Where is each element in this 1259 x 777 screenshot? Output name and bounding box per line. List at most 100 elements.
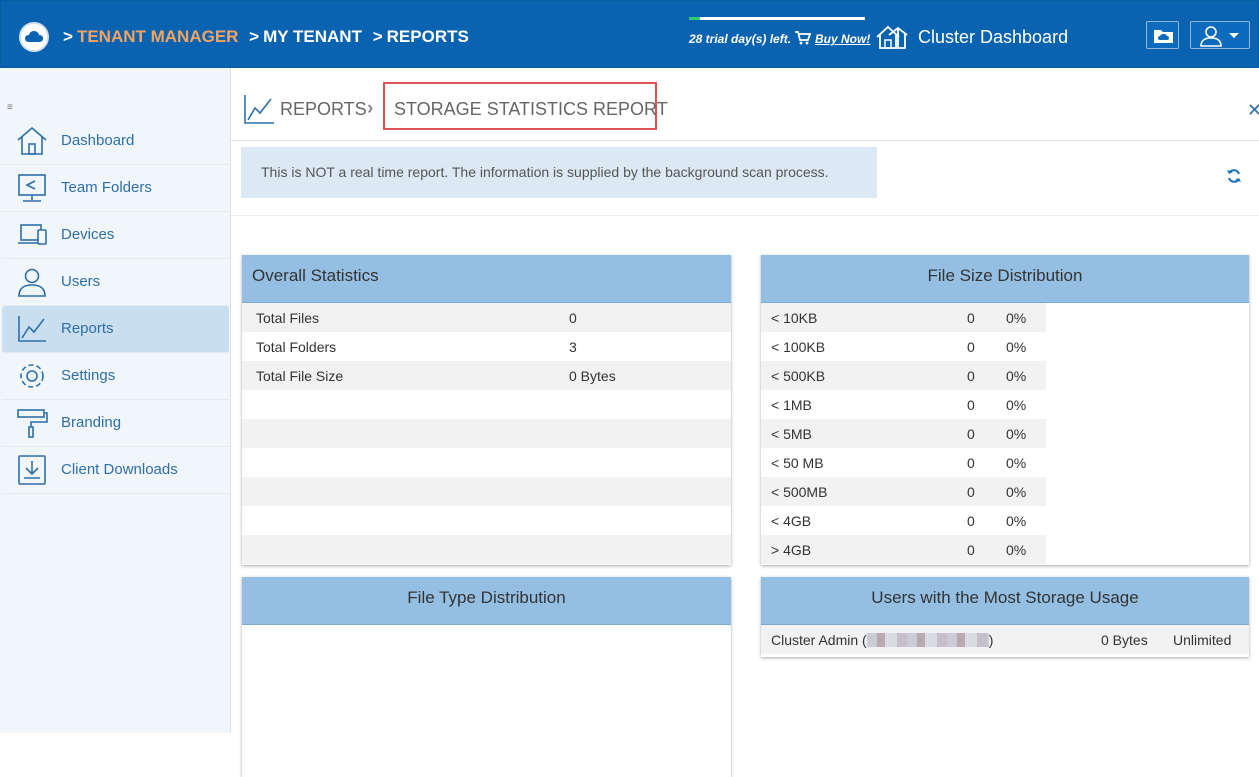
sidebar-collapse-icon[interactable]: ≡ <box>7 102 13 113</box>
close-icon[interactable]: ✕ <box>1247 100 1259 121</box>
cloud-folder-button[interactable] <box>1146 21 1179 49</box>
table-row: Total Folders 3 <box>242 332 731 361</box>
panel-title: File Size Distribution <box>927 266 1083 285</box>
sidebar-item-settings[interactable]: Settings <box>2 353 229 400</box>
size-percent: 0% <box>1006 513 1027 529</box>
overall-statistics-panel: Overall Statistics Total Files 0 Total F… <box>242 255 731 565</box>
size-range: < 500KB <box>771 368 826 384</box>
panel-title: File Type Distribution <box>407 588 566 607</box>
download-icon <box>18 455 46 485</box>
empty-row <box>242 390 731 419</box>
user-name[interactable]: Cluster Admin () <box>771 632 993 648</box>
empty-row <box>242 448 731 477</box>
size-count: 0 <box>967 339 975 355</box>
panel-header: File Type Distribution <box>242 577 731 625</box>
stat-value: 0 <box>569 310 577 326</box>
size-range: < 100KB <box>771 339 826 355</box>
sidebar-item-branding[interactable]: Branding <box>2 400 229 447</box>
app-logo[interactable] <box>19 22 49 52</box>
sidebar-item-label: Team Folders <box>61 179 152 196</box>
size-count: 0 <box>967 310 975 326</box>
size-percent: 0% <box>1006 426 1027 442</box>
size-percent: 0% <box>1006 368 1027 384</box>
table-row: < 500MB 0 0% <box>761 477 1046 506</box>
team-folder-icon <box>18 174 46 202</box>
sidebar-item-client-downloads[interactable]: Client Downloads <box>2 447 229 494</box>
breadcrumb-tenant-manager[interactable]: TENANT MANAGER <box>77 27 239 46</box>
breadcrumb-reports-link[interactable]: REPORTS <box>280 99 367 120</box>
file-size-table: < 10KB 0 0% < 100KB 0 0% < 500KB 0 0% < 1MB 0 0%… <box>761 303 1046 564</box>
sidebar: ≡ Dashboard Team Folders Devices Users R… <box>0 68 231 733</box>
user-account-icon <box>1200 26 1239 47</box>
file-size-distribution-panel: File Size Distribution < 10KB 0 0% < 100KB… <box>761 255 1249 565</box>
table-row: < 4GB 0 0% <box>761 506 1046 535</box>
stat-value: 3 <box>569 339 577 355</box>
report-notice: This is NOT a real time report. The info… <box>241 147 877 198</box>
empty-row <box>242 535 731 564</box>
sidebar-item-label: Dashboard <box>61 132 135 149</box>
page-title: STORAGE STATISTICS REPORT <box>394 99 668 119</box>
table-row: < 5MB 0 0% <box>761 419 1046 448</box>
sidebar-item-users[interactable]: Users <box>2 259 229 306</box>
sidebar-item-label: Users <box>61 273 101 290</box>
panel-header: File Size Distribution <box>761 255 1249 303</box>
table-row: Cluster Admin () 0 Bytes Unlimited <box>761 625 1249 654</box>
empty-row <box>242 506 731 535</box>
user-quota: Unlimited <box>1173 632 1232 648</box>
buy-now-link[interactable]: Buy Now! <box>815 32 870 46</box>
panel-title: Users with the Most Storage Usage <box>871 588 1139 607</box>
sidebar-item-label: Client Downloads <box>61 461 178 478</box>
chevron-right-icon: › <box>367 98 374 119</box>
size-count: 0 <box>967 455 975 471</box>
sidebar-item-team-folders[interactable]: Team Folders <box>2 165 229 212</box>
size-count: 0 <box>967 542 975 558</box>
size-range: < 10KB <box>771 310 818 326</box>
refresh-icon[interactable] <box>1226 168 1242 184</box>
size-count: 0 <box>967 513 975 529</box>
table-row: < 50 MB 0 0% <box>761 448 1046 477</box>
table-row: < 1MB 0 0% <box>761 390 1046 419</box>
size-range: < 500MB <box>771 484 828 500</box>
size-range: < 5MB <box>771 426 812 442</box>
size-range: > 4GB <box>771 542 812 558</box>
stat-label: Total Files <box>256 310 320 326</box>
size-count: 0 <box>967 426 975 442</box>
sidebar-item-reports[interactable]: Reports <box>2 306 229 353</box>
cloud-logo-icon <box>25 31 43 42</box>
current-report-title-box: STORAGE STATISTICS REPORT <box>383 82 668 130</box>
cluster-dashboard-link[interactable]: Cluster Dashboard <box>875 21 1068 53</box>
breadcrumb-reports[interactable]: REPORTS <box>387 27 469 46</box>
breadcrumb-my-tenant[interactable]: MY TENANT <box>263 27 362 46</box>
file-type-distribution-panel: File Type Distribution <box>242 577 731 777</box>
user-name-suffix: ) <box>988 632 994 648</box>
sidebar-item-devices[interactable]: Devices <box>2 212 229 259</box>
page-header: REPORTS › STORAGE STATISTICS REPORT ✕ <box>231 68 1259 141</box>
gear-icon <box>20 364 44 388</box>
top-storage-users-panel: Users with the Most Storage Usage Cluste… <box>761 577 1249 657</box>
size-count: 0 <box>967 484 975 500</box>
size-range: < 4GB <box>771 513 812 529</box>
main-content: REPORTS › STORAGE STATISTICS REPORT ✕ Th… <box>231 68 1259 777</box>
trial-days-text: 28 trial day(s) left. <box>689 32 792 46</box>
home-icon <box>17 126 47 155</box>
size-range: < 50 MB <box>771 455 824 471</box>
size-percent: 0% <box>1006 455 1027 471</box>
user-menu-button[interactable] <box>1190 21 1250 49</box>
sidebar-nav: Dashboard Team Folders Devices Users Rep… <box>0 118 231 494</box>
size-count: 0 <box>967 368 975 384</box>
table-row: < 10KB 0 0% <box>761 303 1046 332</box>
cluster-house-icon <box>876 25 908 49</box>
sidebar-item-dashboard[interactable]: Dashboard <box>2 118 229 165</box>
cloud-folder-icon <box>1154 30 1173 43</box>
size-percent: 0% <box>1006 339 1027 355</box>
stat-value: 0 Bytes <box>569 368 616 384</box>
cart-icon[interactable] <box>794 30 811 45</box>
sidebar-item-label: Settings <box>61 367 116 384</box>
panel-title: Overall Statistics <box>252 266 379 285</box>
size-range: < 1MB <box>771 397 812 413</box>
sidebar-item-label: Devices <box>61 226 115 243</box>
size-percent: 0% <box>1006 310 1027 326</box>
stat-label: Total Folders <box>256 339 337 355</box>
panel-header: Users with the Most Storage Usage <box>761 577 1249 625</box>
panel-header: Overall Statistics <box>242 255 731 303</box>
